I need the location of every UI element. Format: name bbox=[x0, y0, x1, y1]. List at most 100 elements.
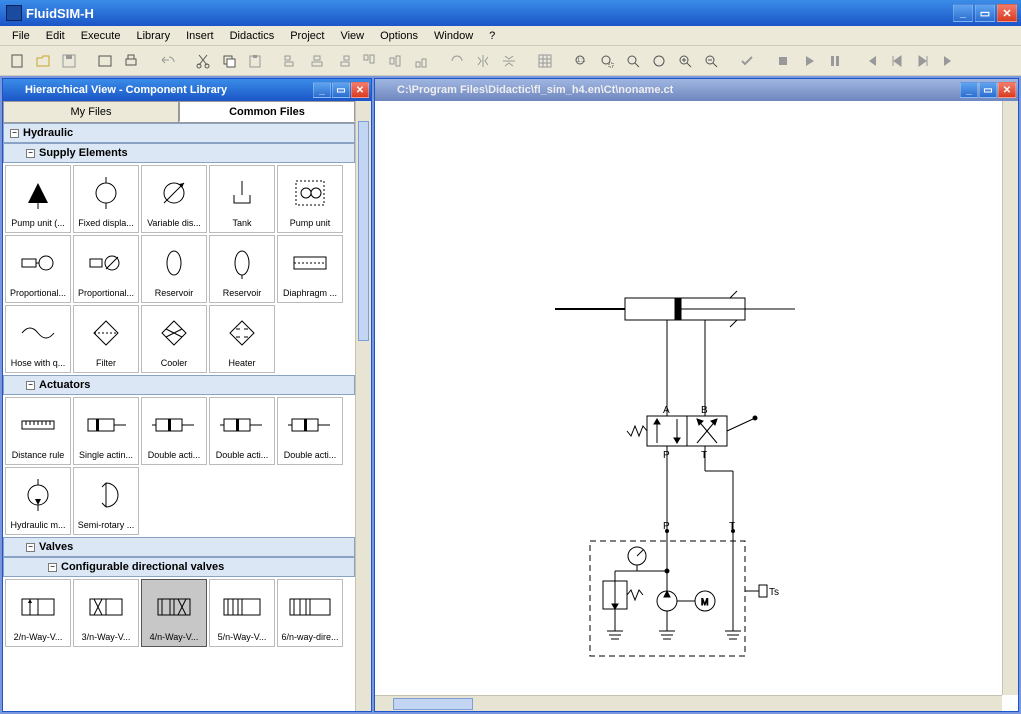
main-close-button[interactable]: ✕ bbox=[997, 4, 1017, 22]
library-scrollbar[interactable] bbox=[355, 101, 371, 711]
component-item[interactable]: Filter bbox=[73, 305, 139, 373]
component-item[interactable]: Diaphragm ... bbox=[277, 235, 343, 303]
component-item[interactable]: Reservoir bbox=[209, 235, 275, 303]
cat-hydraulic[interactable]: − Hydraulic bbox=[3, 123, 355, 143]
canvas-vscrollbar[interactable] bbox=[1002, 101, 1018, 695]
open-icon[interactable] bbox=[32, 50, 54, 72]
component-item[interactable]: 3/n-Way-V... bbox=[73, 579, 139, 647]
first-icon[interactable] bbox=[860, 50, 882, 72]
collapse-icon[interactable]: − bbox=[26, 543, 35, 552]
component-item[interactable]: 2/n-Way-V... bbox=[5, 579, 71, 647]
menu-options[interactable]: Options bbox=[372, 28, 426, 44]
component-item[interactable]: 6/n-way-dire... bbox=[277, 579, 343, 647]
align-left-icon[interactable] bbox=[280, 50, 302, 72]
stop-icon[interactable] bbox=[772, 50, 794, 72]
component-item[interactable]: Hydraulic m... bbox=[5, 467, 71, 535]
library-maximize-button[interactable]: ▭ bbox=[332, 82, 350, 98]
hscroll-thumb[interactable] bbox=[393, 698, 473, 710]
menu-library[interactable]: Library bbox=[128, 28, 178, 44]
library-close-button[interactable]: ✕ bbox=[351, 82, 369, 98]
main-minimize-button[interactable]: _ bbox=[953, 4, 973, 22]
align-center-icon[interactable] bbox=[306, 50, 328, 72]
flip-v-icon[interactable] bbox=[498, 50, 520, 72]
zoom-out-icon[interactable] bbox=[700, 50, 722, 72]
component-item[interactable]: Distance rule bbox=[5, 397, 71, 465]
cat-actuators[interactable]: − Actuators bbox=[3, 375, 355, 395]
zoom-window-icon[interactable] bbox=[596, 50, 618, 72]
canvas-hscrollbar[interactable] bbox=[375, 695, 1002, 711]
component-item[interactable]: Heater bbox=[209, 305, 275, 373]
component-item[interactable]: Double acti... bbox=[141, 397, 207, 465]
circuit-titlebar[interactable]: C:\Program Files\Didactic\fl_sim_h4.en\C… bbox=[375, 79, 1018, 101]
grid-icon[interactable] bbox=[534, 50, 556, 72]
collapse-icon[interactable]: − bbox=[10, 129, 19, 138]
play-icon[interactable] bbox=[798, 50, 820, 72]
collapse-icon[interactable]: − bbox=[48, 563, 57, 572]
menu-edit[interactable]: Edit bbox=[38, 28, 73, 44]
check-icon[interactable] bbox=[736, 50, 758, 72]
menu-file[interactable]: File bbox=[4, 28, 38, 44]
component-item[interactable]: Single actin... bbox=[73, 397, 139, 465]
cut-icon[interactable] bbox=[192, 50, 214, 72]
menu-window[interactable]: Window bbox=[426, 28, 481, 44]
circuit-canvas[interactable]: A B bbox=[375, 101, 1002, 695]
menu-view[interactable]: View bbox=[332, 28, 372, 44]
component-item[interactable]: Proportional... bbox=[5, 235, 71, 303]
library-titlebar[interactable]: Hierarchical View - Component Library _ … bbox=[3, 79, 371, 101]
menu-project[interactable]: Project bbox=[282, 28, 332, 44]
component-item[interactable]: Tank bbox=[209, 165, 275, 233]
circuit-close-button[interactable]: ✕ bbox=[998, 82, 1016, 98]
print-icon[interactable] bbox=[120, 50, 142, 72]
cat-valves[interactable]: − Valves bbox=[3, 537, 355, 557]
zoom-in-icon[interactable] bbox=[674, 50, 696, 72]
last-icon[interactable] bbox=[938, 50, 960, 72]
undo-icon[interactable] bbox=[156, 50, 178, 72]
component-item[interactable]: Pump unit (... bbox=[5, 165, 71, 233]
cat-config-valves[interactable]: − Configurable directional valves bbox=[3, 557, 355, 577]
align-right-icon[interactable] bbox=[332, 50, 354, 72]
component-item[interactable]: Double acti... bbox=[277, 397, 343, 465]
component-item[interactable]: Double acti... bbox=[209, 397, 275, 465]
component-item[interactable]: Cooler bbox=[141, 305, 207, 373]
menu-execute[interactable]: Execute bbox=[73, 28, 129, 44]
align-top-icon[interactable] bbox=[358, 50, 380, 72]
prev-icon[interactable] bbox=[886, 50, 908, 72]
component-item[interactable]: Variable dis... bbox=[141, 165, 207, 233]
circuit-minimize-button[interactable]: _ bbox=[960, 82, 978, 98]
zoom-all-icon[interactable] bbox=[648, 50, 670, 72]
paste-icon[interactable] bbox=[244, 50, 266, 72]
component-item[interactable]: Proportional... bbox=[73, 235, 139, 303]
circuit-maximize-button[interactable]: ▭ bbox=[979, 82, 997, 98]
align-middle-icon[interactable] bbox=[384, 50, 406, 72]
scrollbar-thumb[interactable] bbox=[358, 121, 369, 341]
menu-didactics[interactable]: Didactics bbox=[222, 28, 283, 44]
component-item[interactable]: 5/n-Way-V... bbox=[209, 579, 275, 647]
cat-supply-elements[interactable]: − Supply Elements bbox=[3, 143, 355, 163]
component-item[interactable]: Reservoir bbox=[141, 235, 207, 303]
collapse-icon[interactable]: − bbox=[26, 149, 35, 158]
collapse-icon[interactable]: − bbox=[26, 381, 35, 390]
component-item[interactable]: Fixed displa... bbox=[73, 165, 139, 233]
zoom-fit-icon[interactable]: 1:1 bbox=[570, 50, 592, 72]
new-icon[interactable] bbox=[6, 50, 28, 72]
save-icon[interactable] bbox=[58, 50, 80, 72]
main-maximize-button[interactable]: ▭ bbox=[975, 4, 995, 22]
pause-icon[interactable] bbox=[824, 50, 846, 72]
menu-insert[interactable]: Insert bbox=[178, 28, 222, 44]
tab-my-files[interactable]: My Files bbox=[3, 101, 179, 122]
component-item[interactable]: 4/n-Way-V... bbox=[141, 579, 207, 647]
rotate-icon[interactable] bbox=[446, 50, 468, 72]
tab-common-files[interactable]: Common Files bbox=[179, 101, 355, 122]
library-minimize-button[interactable]: _ bbox=[313, 82, 331, 98]
component-tree[interactable]: − Hydraulic − Supply Elements Pump unit … bbox=[3, 123, 355, 711]
copy-icon[interactable] bbox=[218, 50, 240, 72]
next-icon[interactable] bbox=[912, 50, 934, 72]
align-bottom-icon[interactable] bbox=[410, 50, 432, 72]
component-item[interactable]: Pump unit bbox=[277, 165, 343, 233]
zoom-prev-icon[interactable] bbox=[622, 50, 644, 72]
preview-icon[interactable] bbox=[94, 50, 116, 72]
component-item[interactable]: Semi-rotary ... bbox=[73, 467, 139, 535]
menu-help[interactable]: ? bbox=[481, 28, 503, 44]
component-item[interactable]: Hose with q... bbox=[5, 305, 71, 373]
flip-h-icon[interactable] bbox=[472, 50, 494, 72]
